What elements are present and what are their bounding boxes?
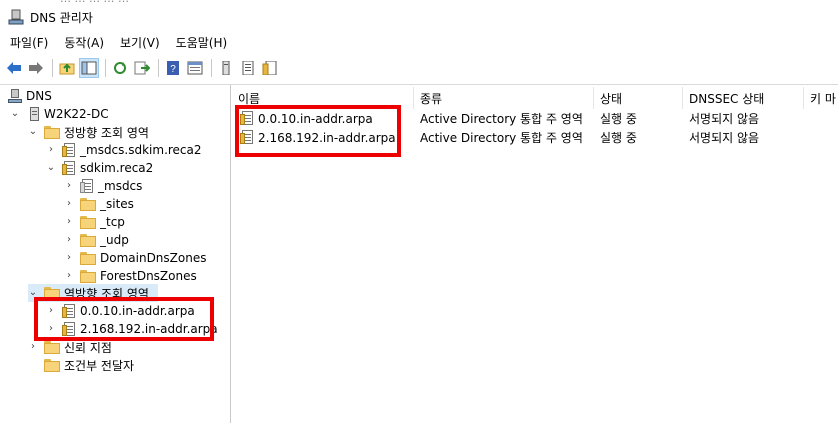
column-header-key[interactable]: 키 마	[804, 87, 838, 109]
new-zone-icon[interactable]	[260, 58, 280, 78]
column-header-status[interactable]: 상태	[594, 87, 683, 109]
cell-dnssec: 서명되지 않음	[689, 131, 760, 145]
tree-label: 조건부 전달자	[64, 358, 135, 373]
cell-dnssec: 서명되지 않음	[689, 112, 760, 126]
show-tree-icon[interactable]	[79, 58, 99, 78]
folder-icon	[44, 358, 60, 372]
folder-icon	[80, 215, 96, 229]
tree-item-server[interactable]: ⌄ W2K22-DC	[10, 105, 109, 123]
dns-icon	[8, 89, 22, 103]
tree-label: _tcp	[100, 215, 125, 229]
tree-label: _sites	[100, 197, 134, 211]
tree-label: _udp	[100, 233, 129, 247]
server-icon[interactable]	[216, 58, 236, 78]
cell-status: 실행 중	[600, 112, 637, 126]
tree-item-folder[interactable]: › ForestDnsZones	[64, 267, 197, 285]
tree-item-conditional-forwarders[interactable]: 조건부 전달자	[28, 356, 134, 374]
column-header-dnssec[interactable]: DNSSEC 상태	[683, 87, 804, 109]
refresh-icon[interactable]	[110, 58, 130, 78]
folder-icon	[44, 125, 60, 139]
tree-item-dns-root[interactable]: DNS	[8, 87, 52, 105]
tree-label: _msdcs.sdkim.reca2	[80, 143, 202, 157]
chevron-right-icon[interactable]: ›	[64, 181, 74, 191]
cell-type: Active Directory 통합 주 영역	[420, 112, 583, 126]
tree-label: DomainDnsZones	[100, 251, 207, 265]
highlight-box	[34, 297, 214, 341]
menu-bar: 파일(F) 동작(A) 보기(V) 도움말(H)	[0, 31, 838, 53]
menu-action[interactable]: 동작(A)	[58, 34, 110, 51]
tree-label: 정방향 조회 영역	[64, 125, 149, 140]
chevron-down-icon[interactable]: ⌄	[46, 163, 56, 173]
tree-label: ForestDnsZones	[100, 269, 197, 283]
chevron-right-icon[interactable]: ›	[64, 217, 74, 227]
toolbar-separator	[158, 59, 159, 77]
toolbar-separator	[211, 59, 212, 77]
console-tree: DNS ⌄ W2K22-DC ⌄ 정방향 조회 영역 › _msdcs.sdki…	[0, 85, 231, 423]
tree-item-folder[interactable]: › _sites	[64, 195, 134, 213]
folder-icon	[80, 233, 96, 247]
column-header-type[interactable]: 종류	[414, 87, 594, 109]
folder-icon	[80, 251, 96, 265]
tree-label: DNS	[26, 89, 52, 103]
title-bar: DNS 관리자	[0, 3, 838, 31]
tree-label: sdkim.reca2	[80, 161, 154, 175]
toolbar-separator	[105, 59, 106, 77]
chevron-right-icon[interactable]: ›	[64, 235, 74, 245]
cell-type: Active Directory 통합 주 영역	[420, 131, 583, 145]
menu-file[interactable]: 파일(F)	[4, 34, 54, 51]
properties-icon[interactable]	[185, 58, 205, 78]
tree-label: 신뢰 지점	[64, 340, 112, 355]
forward-icon[interactable]	[26, 58, 46, 78]
dns-app-icon	[8, 9, 24, 25]
tree-item-zone[interactable]: ⌄ sdkim.reca2	[46, 159, 153, 177]
tree-label: _msdcs	[98, 179, 143, 193]
folder-icon	[80, 197, 96, 211]
tree-item-folder[interactable]: › DomainDnsZones	[64, 249, 206, 267]
tree-item-forward-zones[interactable]: ⌄ 정방향 조회 영역	[28, 123, 149, 141]
chevron-right-icon[interactable]: ›	[64, 199, 74, 209]
chevron-right-icon[interactable]: ›	[28, 342, 38, 352]
zone-icon	[62, 142, 76, 158]
folder-icon	[44, 340, 60, 354]
export-icon[interactable]	[132, 58, 152, 78]
tree-item-zone[interactable]: › _msdcs.sdkim.reca2	[46, 141, 202, 159]
folder-icon	[80, 269, 96, 283]
help-icon[interactable]: ?	[163, 58, 183, 78]
tree-item-folder[interactable]: › _tcp	[64, 213, 125, 231]
chevron-right-icon[interactable]: ›	[46, 145, 56, 155]
details-pane: 이름 종류 상태 DNSSEC 상태 키 마 0.0.10.in-addr.ar…	[232, 85, 838, 423]
menu-help[interactable]: 도움말(H)	[170, 34, 234, 51]
cell-status: 실행 중	[600, 131, 637, 145]
highlight-box	[235, 105, 401, 157]
tree-item-folder[interactable]: › _udp	[64, 231, 129, 249]
chevron-right-icon[interactable]: ›	[64, 253, 74, 263]
svg-text:?: ?	[170, 64, 176, 75]
tree-item-subzone[interactable]: › _msdcs	[64, 177, 142, 195]
server-icon	[28, 107, 40, 121]
back-icon[interactable]	[4, 58, 24, 78]
toolbar-separator	[52, 59, 53, 77]
chevron-right-icon[interactable]: ›	[64, 271, 74, 281]
up-folder-icon[interactable]	[57, 58, 77, 78]
toolbar: ?	[0, 55, 838, 81]
menu-view[interactable]: 보기(V)	[114, 34, 166, 51]
chevron-down-icon[interactable]: ⌄	[28, 127, 38, 137]
zone-icon	[62, 160, 76, 176]
window-title: DNS 관리자	[30, 10, 93, 25]
tree-label: W2K22-DC	[44, 107, 109, 121]
zone-icon	[80, 178, 94, 194]
zone-list-icon[interactable]	[238, 58, 258, 78]
chevron-down-icon[interactable]: ⌄	[10, 109, 20, 119]
